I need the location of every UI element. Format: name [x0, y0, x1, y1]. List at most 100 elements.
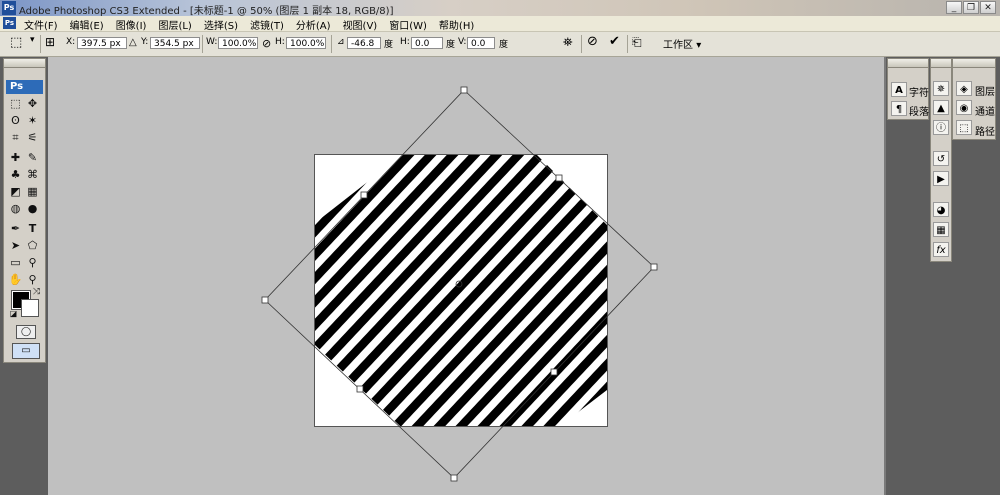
vskew-label: V:: [458, 37, 467, 47]
paths-icon[interactable]: ⬚: [956, 120, 972, 135]
character-icon[interactable]: A: [891, 82, 907, 97]
width-scale-input[interactable]: 100.0%: [218, 37, 258, 49]
blur-icon[interactable]: ◍: [8, 202, 23, 216]
menu-file[interactable]: 文件(F): [22, 17, 60, 32]
channels-panel-label[interactable]: 通道: [975, 103, 995, 118]
vskew-unit: 度: [499, 40, 509, 50]
menu-view[interactable]: 视图(V): [341, 17, 380, 32]
dodge-icon[interactable]: ●: [25, 202, 40, 216]
workspace-button[interactable]: 工作区 ▾: [663, 36, 701, 51]
tool-preset-dropdown-icon[interactable]: ▾: [30, 35, 35, 45]
character-panel-label[interactable]: 字符: [909, 84, 929, 99]
marquee-icon[interactable]: ⬚: [8, 97, 23, 111]
histogram-icon[interactable]: ▲: [933, 100, 949, 115]
eraser-icon[interactable]: ◩: [8, 185, 23, 199]
hskew-label: H:: [400, 37, 410, 47]
clone-stamp-icon[interactable]: ♣: [8, 168, 23, 182]
channels-icon[interactable]: ◉: [956, 100, 972, 115]
history-icon[interactable]: ↺: [933, 151, 949, 166]
options-bar: ⬚ ▾ ⊞ X: 397.5 px △ Y: 354.5 px W: 100.0…: [0, 32, 1000, 57]
title-bar: Ps Adobe Photoshop CS3 Extended - [未标题-1…: [0, 0, 1000, 17]
background-color-swatch[interactable]: [21, 299, 39, 317]
app-icon: Ps: [2, 1, 16, 15]
window-title: Adobe Photoshop CS3 Extended - [未标题-1 @ …: [19, 6, 394, 17]
layers-panel-label[interactable]: 图层: [975, 83, 995, 98]
y-position-input[interactable]: 354.5 px: [150, 37, 200, 49]
lasso-icon[interactable]: ʘ: [8, 114, 23, 128]
x-position-input[interactable]: 397.5 px: [77, 37, 127, 49]
screen-mode-icon[interactable]: ▭: [12, 343, 40, 359]
type-icon[interactable]: T: [25, 222, 40, 236]
app-menu-icon[interactable]: Ps: [3, 17, 16, 29]
rotation-angle-input[interactable]: -46.8: [347, 37, 381, 49]
swap-colors-icon[interactable]: ⤨: [29, 285, 44, 299]
tools-panel-header[interactable]: [4, 59, 45, 68]
restore-icon[interactable]: ❐: [963, 1, 979, 14]
fx-icon[interactable]: fx: [933, 242, 949, 257]
shape-icon[interactable]: ⬠: [25, 239, 40, 253]
notes-icon[interactable]: ▭: [8, 256, 23, 270]
transform-tool-icon[interactable]: ⬚: [10, 35, 22, 50]
cancel-transform-icon[interactable]: ⊘: [587, 34, 598, 49]
paragraph-panel-label[interactable]: 段落: [909, 103, 929, 118]
navigator-icon[interactable]: ✵: [933, 81, 949, 96]
workspace-label: 工作区: [663, 40, 693, 51]
swatches-icon[interactable]: ◕: [933, 202, 949, 217]
actions-icon[interactable]: ▶: [933, 171, 949, 186]
menu-image[interactable]: 图像(I): [114, 17, 149, 32]
menu-layer[interactable]: 图层(L): [156, 17, 193, 32]
layers-dock: ◈ 图层 ◉ 通道 ⬚ 路径: [952, 58, 996, 140]
w-label: W:: [206, 37, 218, 47]
paths-panel-label[interactable]: 路径: [975, 123, 995, 138]
height-scale-input[interactable]: 100.0%: [286, 37, 326, 49]
menu-help[interactable]: 帮助(H): [437, 17, 476, 32]
h-label: H:: [275, 37, 285, 47]
tools-panel: Ps ⬚ ✥ ʘ ✶ ⌗ ⚟ ✚ ✎ ♣ ⌘ ◩ ▦ ◍ ● ✒ T ➤ ⬠ ▭…: [3, 58, 46, 363]
menu-bar: Ps 文件(F) 编辑(E) 图像(I) 图层(L) 选择(S) 滤镜(T) 分…: [0, 16, 1000, 32]
magic-wand-icon[interactable]: ✶: [25, 114, 40, 128]
y-label: Y:: [141, 37, 149, 47]
history-brush-icon[interactable]: ⌘: [25, 168, 40, 182]
commit-transform-icon[interactable]: ✔: [609, 34, 620, 49]
link-icon[interactable]: ⊘: [262, 37, 271, 50]
vertical-skew-input[interactable]: 0.0: [467, 37, 495, 49]
relative-position-icon[interactable]: △: [129, 37, 137, 48]
close-icon[interactable]: ✕: [980, 1, 996, 14]
slice-icon[interactable]: ⚟: [25, 131, 40, 145]
canvas-workspace[interactable]: [48, 57, 884, 495]
crop-icon[interactable]: ⌗: [8, 131, 23, 145]
menu-analysis[interactable]: 分析(A): [294, 17, 333, 32]
dock-header[interactable]: [953, 59, 995, 68]
dock-header[interactable]: [931, 59, 951, 68]
menu-edit[interactable]: 编辑(E): [68, 17, 106, 32]
info-icon[interactable]: ⓘ: [933, 120, 949, 135]
transform-bounding-box[interactable]: [48, 57, 884, 495]
menu-window[interactable]: 窗口(W): [387, 17, 429, 32]
horizontal-skew-input[interactable]: 0.0: [411, 37, 443, 49]
hskew-unit: 度: [446, 40, 456, 50]
bridge-icon[interactable]: ⎗: [632, 35, 642, 50]
move-icon[interactable]: ✥: [25, 97, 40, 111]
dock-header[interactable]: [888, 59, 928, 68]
menu-filter[interactable]: 滤镜(T): [248, 17, 286, 32]
gradient-icon[interactable]: ▦: [25, 185, 40, 199]
healing-brush-icon[interactable]: ✚: [8, 151, 23, 165]
hand-icon[interactable]: ✋: [8, 273, 23, 287]
x-label: X:: [66, 37, 76, 47]
default-colors-icon[interactable]: ◪: [6, 307, 21, 321]
menu-select[interactable]: 选择(S): [202, 17, 240, 32]
minimize-icon[interactable]: _: [946, 1, 962, 14]
path-selection-icon[interactable]: ➤: [8, 239, 23, 253]
styles-icon[interactable]: ▦: [933, 222, 949, 237]
eyedropper-icon[interactable]: ⚲: [25, 256, 40, 270]
brush-icon[interactable]: ✎: [25, 151, 40, 165]
rotation-unit: 度: [384, 40, 394, 50]
reference-point-icon[interactable]: ⊞: [45, 35, 55, 49]
quick-mask-icon[interactable]: ◯: [16, 325, 36, 339]
workspace-edge: [884, 57, 886, 495]
pen-icon[interactable]: ✒: [8, 222, 23, 236]
paragraph-icon[interactable]: ¶: [891, 101, 907, 116]
warp-mode-icon[interactable]: ⛯: [563, 35, 573, 50]
layers-icon[interactable]: ◈: [956, 81, 972, 96]
ps-logo: Ps: [6, 80, 43, 94]
